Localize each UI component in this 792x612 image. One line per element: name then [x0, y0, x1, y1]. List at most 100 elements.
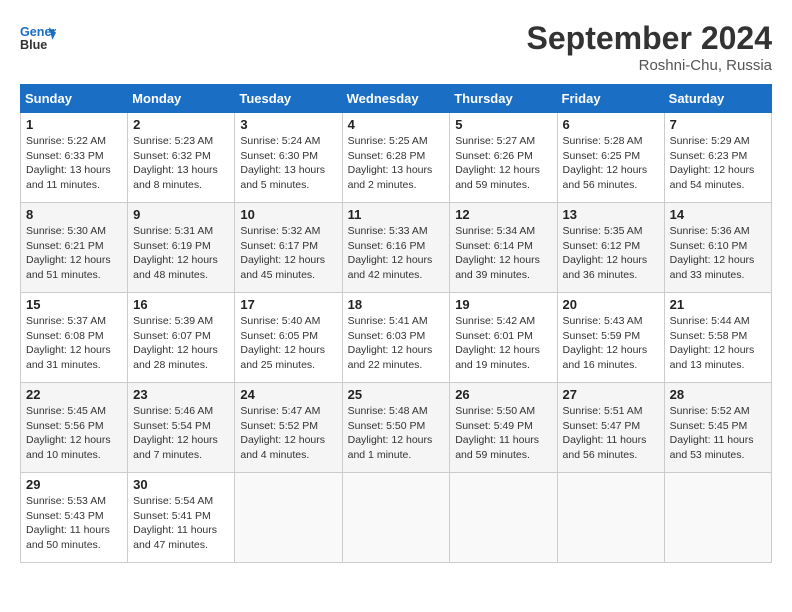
calendar-cell: 14 Sunrise: 5:36 AM Sunset: 6:10 PM Dayli… — [664, 203, 771, 293]
week-row-3: 15 Sunrise: 5:37 AM Sunset: 6:08 PM Dayli… — [21, 293, 772, 383]
day-number: 9 — [133, 207, 229, 222]
calendar-cell: 28 Sunrise: 5:52 AM Sunset: 5:45 PM Dayli… — [664, 383, 771, 473]
weekday-thursday: Thursday — [450, 85, 557, 113]
day-number: 18 — [348, 297, 445, 312]
calendar-cell: 6 Sunrise: 5:28 AM Sunset: 6:25 PM Daylig… — [557, 113, 664, 203]
day-info: Sunrise: 5:34 AM Sunset: 6:14 PM Dayligh… — [455, 224, 551, 283]
day-number: 6 — [563, 117, 659, 132]
day-info: Sunrise: 5:31 AM Sunset: 6:19 PM Dayligh… — [133, 224, 229, 283]
day-number: 12 — [455, 207, 551, 222]
calendar-cell — [664, 473, 771, 563]
month-title: September 2024 — [527, 20, 772, 57]
day-number: 4 — [348, 117, 445, 132]
day-number: 7 — [670, 117, 766, 132]
day-info: Sunrise: 5:50 AM Sunset: 5:49 PM Dayligh… — [455, 404, 551, 463]
day-info: Sunrise: 5:39 AM Sunset: 6:07 PM Dayligh… — [133, 314, 229, 373]
logo: General Blue — [20, 20, 56, 56]
weekday-sunday: Sunday — [21, 85, 128, 113]
calendar-cell: 29 Sunrise: 5:53 AM Sunset: 5:43 PM Dayli… — [21, 473, 128, 563]
calendar-cell: 16 Sunrise: 5:39 AM Sunset: 6:07 PM Dayli… — [128, 293, 235, 383]
calendar-cell — [235, 473, 342, 563]
day-info: Sunrise: 5:24 AM Sunset: 6:30 PM Dayligh… — [240, 134, 336, 193]
day-number: 3 — [240, 117, 336, 132]
calendar-cell: 1Sunrise: 5:22 AM Sunset: 6:33 PM Daylig… — [21, 113, 128, 203]
day-number: 29 — [26, 477, 122, 492]
calendar-cell: 8 Sunrise: 5:30 AM Sunset: 6:21 PM Daylig… — [21, 203, 128, 293]
calendar-cell: 15 Sunrise: 5:37 AM Sunset: 6:08 PM Dayli… — [21, 293, 128, 383]
day-number: 30 — [133, 477, 229, 492]
calendar-cell: 23 Sunrise: 5:46 AM Sunset: 5:54 PM Dayli… — [128, 383, 235, 473]
day-number: 26 — [455, 387, 551, 402]
weekday-tuesday: Tuesday — [235, 85, 342, 113]
calendar-cell: 2 Sunrise: 5:23 AM Sunset: 6:32 PM Daylig… — [128, 113, 235, 203]
calendar-cell: 26 Sunrise: 5:50 AM Sunset: 5:49 PM Dayli… — [450, 383, 557, 473]
day-info: Sunrise: 5:23 AM Sunset: 6:32 PM Dayligh… — [133, 134, 229, 193]
day-info: Sunrise: 5:33 AM Sunset: 6:16 PM Dayligh… — [348, 224, 445, 283]
day-info: Sunrise: 5:29 AM Sunset: 6:23 PM Dayligh… — [670, 134, 766, 193]
day-number: 2 — [133, 117, 229, 132]
calendar-cell: 5Sunrise: 5:27 AM Sunset: 6:26 PM Daylig… — [450, 113, 557, 203]
calendar-cell: 30 Sunrise: 5:54 AM Sunset: 5:41 PM Dayli… — [128, 473, 235, 563]
day-info: Sunrise: 5:30 AM Sunset: 6:21 PM Dayligh… — [26, 224, 122, 283]
day-info: Sunrise: 5:54 AM Sunset: 5:41 PM Dayligh… — [133, 494, 229, 553]
day-info: Sunrise: 5:28 AM Sunset: 6:25 PM Dayligh… — [563, 134, 659, 193]
day-number: 15 — [26, 297, 122, 312]
day-info: Sunrise: 5:53 AM Sunset: 5:43 PM Dayligh… — [26, 494, 122, 553]
day-info: Sunrise: 5:51 AM Sunset: 5:47 PM Dayligh… — [563, 404, 659, 463]
weekday-saturday: Saturday — [664, 85, 771, 113]
day-number: 21 — [670, 297, 766, 312]
calendar-cell: 20Sunrise: 5:43 AM Sunset: 5:59 PM Dayli… — [557, 293, 664, 383]
day-number: 27 — [563, 387, 659, 402]
day-number: 11 — [348, 207, 445, 222]
day-number: 24 — [240, 387, 336, 402]
day-info: Sunrise: 5:52 AM Sunset: 5:45 PM Dayligh… — [670, 404, 766, 463]
day-number: 25 — [348, 387, 445, 402]
day-info: Sunrise: 5:41 AM Sunset: 6:03 PM Dayligh… — [348, 314, 445, 373]
calendar-cell — [450, 473, 557, 563]
day-number: 28 — [670, 387, 766, 402]
calendar-cell: 13 Sunrise: 5:35 AM Sunset: 6:12 PM Dayli… — [557, 203, 664, 293]
calendar-cell: 17Sunrise: 5:40 AM Sunset: 6:05 PM Dayli… — [235, 293, 342, 383]
day-info: Sunrise: 5:36 AM Sunset: 6:10 PM Dayligh… — [670, 224, 766, 283]
day-number: 16 — [133, 297, 229, 312]
calendar-cell: 4 Sunrise: 5:25 AM Sunset: 6:28 PM Daylig… — [342, 113, 450, 203]
svg-text:Blue: Blue — [20, 38, 47, 52]
calendar-cell: 10 Sunrise: 5:32 AM Sunset: 6:17 PM Dayli… — [235, 203, 342, 293]
week-row-5: 29 Sunrise: 5:53 AM Sunset: 5:43 PM Dayli… — [21, 473, 772, 563]
weekday-wednesday: Wednesday — [342, 85, 450, 113]
calendar-cell: 7 Sunrise: 5:29 AM Sunset: 6:23 PM Daylig… — [664, 113, 771, 203]
weekday-friday: Friday — [557, 85, 664, 113]
day-info: Sunrise: 5:25 AM Sunset: 6:28 PM Dayligh… — [348, 134, 445, 193]
day-info: Sunrise: 5:42 AM Sunset: 6:01 PM Dayligh… — [455, 314, 551, 373]
day-number: 13 — [563, 207, 659, 222]
day-number: 22 — [26, 387, 122, 402]
day-info: Sunrise: 5:47 AM Sunset: 5:52 PM Dayligh… — [240, 404, 336, 463]
day-number: 19 — [455, 297, 551, 312]
day-info: Sunrise: 5:40 AM Sunset: 6:05 PM Dayligh… — [240, 314, 336, 373]
day-info: Sunrise: 5:44 AM Sunset: 5:58 PM Dayligh… — [670, 314, 766, 373]
day-info: Sunrise: 5:46 AM Sunset: 5:54 PM Dayligh… — [133, 404, 229, 463]
week-row-4: 22Sunrise: 5:45 AM Sunset: 5:56 PM Dayli… — [21, 383, 772, 473]
calendar-cell: 3 Sunrise: 5:24 AM Sunset: 6:30 PM Daylig… — [235, 113, 342, 203]
day-info: Sunrise: 5:22 AM Sunset: 6:33 PM Dayligh… — [26, 134, 122, 193]
title-block: September 2024 Roshni-Chu, Russia — [527, 20, 772, 74]
day-number: 8 — [26, 207, 122, 222]
day-info: Sunrise: 5:43 AM Sunset: 5:59 PM Dayligh… — [563, 314, 659, 373]
day-info: Sunrise: 5:32 AM Sunset: 6:17 PM Dayligh… — [240, 224, 336, 283]
calendar-cell: 24 Sunrise: 5:47 AM Sunset: 5:52 PM Dayli… — [235, 383, 342, 473]
week-row-2: 8 Sunrise: 5:30 AM Sunset: 6:21 PM Daylig… — [21, 203, 772, 293]
calendar-cell: 18 Sunrise: 5:41 AM Sunset: 6:03 PM Dayli… — [342, 293, 450, 383]
page-header: General Blue September 2024 Roshni-Chu, … — [20, 20, 772, 74]
calendar-cell: 19 Sunrise: 5:42 AM Sunset: 6:01 PM Dayli… — [450, 293, 557, 383]
day-number: 14 — [670, 207, 766, 222]
calendar-cell: 25Sunrise: 5:48 AM Sunset: 5:50 PM Dayli… — [342, 383, 450, 473]
day-info: Sunrise: 5:35 AM Sunset: 6:12 PM Dayligh… — [563, 224, 659, 283]
day-number: 10 — [240, 207, 336, 222]
day-info: Sunrise: 5:37 AM Sunset: 6:08 PM Dayligh… — [26, 314, 122, 373]
calendar-cell — [557, 473, 664, 563]
day-number: 23 — [133, 387, 229, 402]
calendar-cell: 11 Sunrise: 5:33 AM Sunset: 6:16 PM Dayli… — [342, 203, 450, 293]
logo-icon: General Blue — [20, 20, 56, 56]
day-number: 5 — [455, 117, 551, 132]
calendar-cell: 9 Sunrise: 5:31 AM Sunset: 6:19 PM Daylig… — [128, 203, 235, 293]
